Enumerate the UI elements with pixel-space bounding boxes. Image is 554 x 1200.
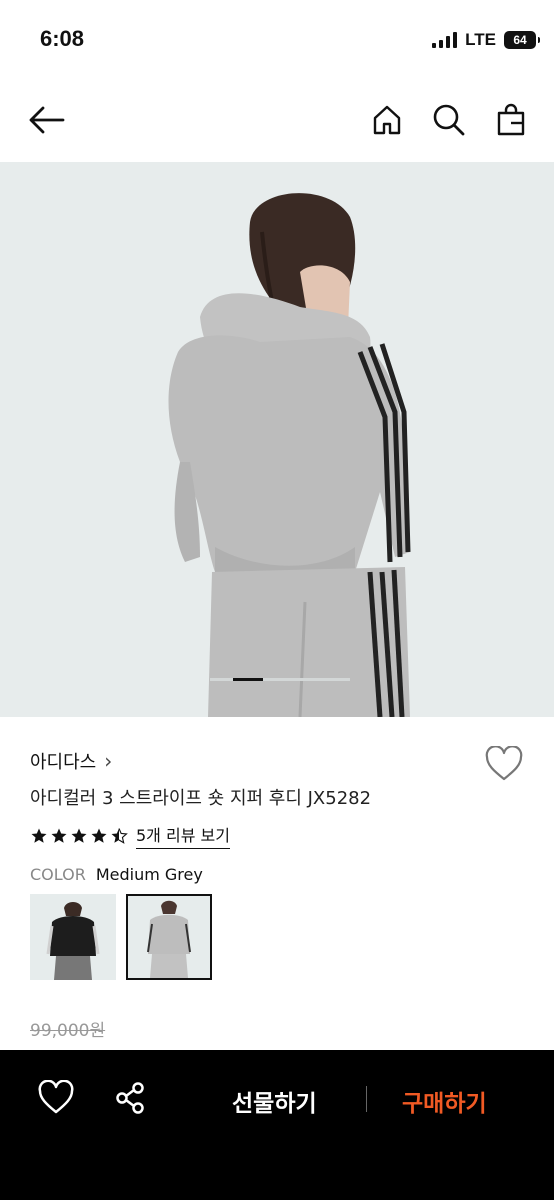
half-star-icon [111,827,128,844]
home-icon[interactable] [365,98,409,142]
swatch-black-variant[interactable] [30,894,116,980]
share-icon[interactable] [112,1080,152,1120]
signal-icon [432,32,458,48]
swatch-medium-grey-selected[interactable] [126,894,212,980]
star-rating [30,827,128,845]
status-bar: 6:08 LTE 64 [0,0,554,80]
chevron-right-icon: › [104,749,113,773]
top-navigation [0,80,554,162]
shopping-bag-icon[interactable] [489,98,533,142]
star-icon [91,828,107,843]
original-price: 99,000원 [30,1021,106,1041]
star-icon [51,828,67,843]
search-icon[interactable] [427,98,471,142]
product-title: 아디컬러 3 스트라이프 숏 지퍼 후디 JX5282 [30,788,372,809]
color-swatches [30,894,212,980]
model-hoodie-image [0,162,554,717]
bottom-action-bar: 선물하기 구매하기 [0,1050,554,1200]
wishlist-heart-icon[interactable] [36,1079,76,1120]
status-time: 6:08 [40,26,85,51]
carousel-indicator [210,678,350,681]
rating-row: 5개 리뷰 보기 [30,822,230,849]
battery-icon: 64 [504,31,540,49]
gift-button[interactable]: 선물하기 [232,1084,317,1118]
carousel-active-indicator [233,678,263,681]
buy-button[interactable]: 구매하기 [402,1084,487,1118]
brand-name: 아디다스 [30,752,97,773]
brand-link[interactable]: 아디다스 › [30,748,112,774]
color-value: Medium Grey [95,865,203,884]
product-image-carousel[interactable] [0,162,554,717]
review-link[interactable]: 5개 리뷰 보기 [136,822,230,849]
action-divider [366,1086,367,1112]
status-icons: LTE 64 [432,30,540,50]
network-type: LTE [465,30,496,49]
wishlist-heart-icon[interactable] [484,745,524,782]
back-arrow-icon[interactable] [25,98,69,142]
color-row: COLOR Medium Grey [30,865,203,884]
color-label: COLOR [30,865,86,884]
star-icon [71,828,87,843]
star-icon [31,828,47,843]
